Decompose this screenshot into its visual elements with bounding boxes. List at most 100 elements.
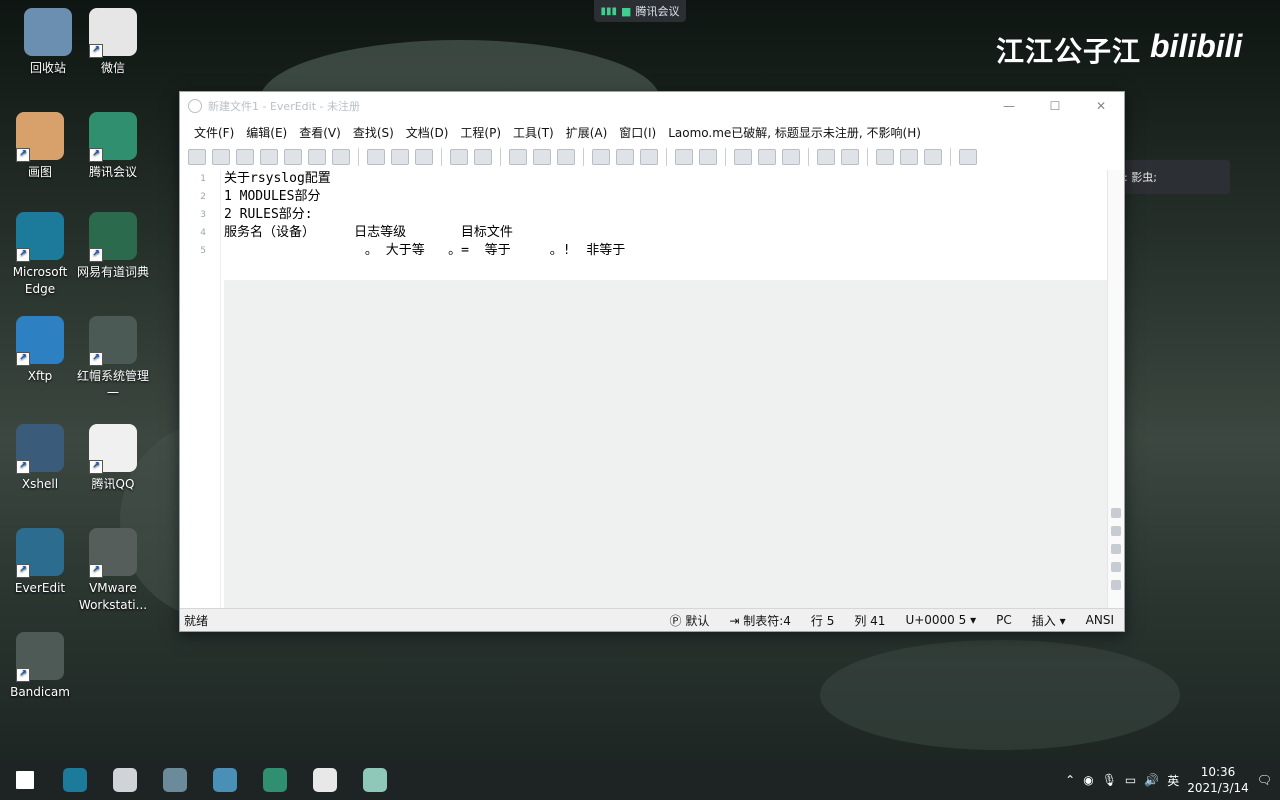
map-icon[interactable] xyxy=(1111,580,1121,590)
everedit-icon[interactable] xyxy=(350,760,400,800)
format-icon[interactable] xyxy=(450,149,468,165)
windows-start-icon[interactable] xyxy=(0,760,50,800)
desktop-icon[interactable]: ↗ VMware Workstati... xyxy=(73,528,153,614)
copy-icon[interactable] xyxy=(391,149,409,165)
status-mode[interactable]: Ⓟ 默认 xyxy=(659,612,719,629)
title-bar[interactable]: 新建文件1 - EverEdit - 未注册 — ☐ ✕ xyxy=(180,92,1124,120)
explorer-icon[interactable] xyxy=(100,760,150,800)
code-line[interactable]: 。 大于等 。= 等于 。! 非等于 xyxy=(224,242,1108,260)
ime-indicator[interactable]: 英 xyxy=(1167,772,1179,789)
desktop-icon[interactable]: ↗ 网易有道词典 xyxy=(73,212,153,281)
play-icon[interactable] xyxy=(640,149,658,165)
cut-icon[interactable] xyxy=(367,149,385,165)
chevron-up-icon[interactable]: ⌃ xyxy=(1065,773,1075,787)
indent-icon[interactable] xyxy=(474,149,492,165)
bookmark-icon[interactable] xyxy=(1111,526,1121,536)
paste-icon[interactable] xyxy=(415,149,433,165)
status-encoding[interactable]: ANSI xyxy=(1076,613,1124,627)
clock[interactable]: 10:36 2021/3/14 xyxy=(1187,764,1249,796)
save-icon[interactable] xyxy=(236,149,254,165)
plugin-icon[interactable] xyxy=(841,149,859,165)
microphone-tray-icon[interactable]: 🎙 xyxy=(1102,773,1117,787)
save-all-icon[interactable] xyxy=(260,149,278,165)
status-tab[interactable]: ⇥ 制表符:4 xyxy=(719,612,801,629)
run-icon[interactable] xyxy=(188,149,206,165)
macro-icon[interactable] xyxy=(592,149,610,165)
desktop-icon[interactable]: ↗ Bandicam xyxy=(0,632,80,701)
shortcut-arrow-icon: ↗ xyxy=(89,148,103,162)
desktop-icon[interactable]: ↗ 画图 xyxy=(0,112,80,181)
menu-item[interactable]: 扩展(A) xyxy=(560,124,614,141)
print-icon[interactable] xyxy=(284,149,302,165)
minimize-button[interactable]: — xyxy=(986,99,1032,113)
tag-icon[interactable] xyxy=(758,149,776,165)
tencent-meeting-icon: ↗ xyxy=(89,112,137,162)
open-icon[interactable] xyxy=(212,149,230,165)
desktop-icon[interactable]: ↗ Microsoft Edge xyxy=(0,212,80,298)
wrap-icon[interactable] xyxy=(782,149,800,165)
notification-icon[interactable]: 🗨 xyxy=(1257,773,1272,787)
desktop-icon[interactable]: ↗ Xftp xyxy=(0,316,80,385)
spell-icon[interactable] xyxy=(557,149,575,165)
code-line[interactable]: 关于rsyslog配置 xyxy=(224,170,1108,188)
desktop-icon[interactable]: ↗ 微信 xyxy=(73,8,153,77)
menu-item[interactable]: 文件(F) xyxy=(188,124,240,141)
split-icon[interactable] xyxy=(876,149,894,165)
code-line[interactable]: 1 MODULES部分 xyxy=(224,188,1108,206)
desktop-icon-label: 微信 xyxy=(100,61,125,75)
menu-item[interactable]: 工程(P) xyxy=(454,124,507,141)
menu-item[interactable]: 工具(T) xyxy=(507,124,560,141)
desktop-icon[interactable]: ↗ Xshell xyxy=(0,424,80,493)
code-line[interactable]: 2 RULES部分: xyxy=(224,206,1108,224)
close-button[interactable]: ✕ xyxy=(1078,99,1124,113)
menu-item[interactable]: 编辑(E) xyxy=(240,124,293,141)
split-icon[interactable] xyxy=(1111,544,1121,554)
redo-icon[interactable] xyxy=(332,149,350,165)
status-insert[interactable]: 插入 ▾ xyxy=(1022,612,1076,629)
find-icon[interactable] xyxy=(509,149,527,165)
dropdown-icon: ▾ xyxy=(1059,613,1066,628)
network-icon[interactable]: ▭ xyxy=(1125,773,1136,787)
window-title: 新建文件1 - EverEdit - 未注册 xyxy=(208,100,360,113)
xshell-icon[interactable] xyxy=(200,760,250,800)
record-icon[interactable] xyxy=(616,149,634,165)
dropdown-icon[interactable]: ▾ xyxy=(970,613,976,627)
fold-icon[interactable] xyxy=(699,149,717,165)
vertical-scrollbar[interactable] xyxy=(1107,170,1124,610)
maximize-button[interactable]: ☐ xyxy=(1032,99,1078,113)
obs-tray-icon[interactable]: ◉ xyxy=(1083,773,1093,787)
fullscreen-icon[interactable] xyxy=(924,149,942,165)
desktop-icon[interactable]: ↗ EverEdit xyxy=(0,528,80,597)
desktop-icon[interactable]: ↗ 腾讯会议 xyxy=(73,112,153,181)
tencent-meeting-icon[interactable] xyxy=(250,760,300,800)
menu-item[interactable]: 查找(S) xyxy=(347,124,400,141)
desktop-icon[interactable]: ↗ 红帽系统管理一 xyxy=(73,316,153,402)
menu-item[interactable]: 窗口(I) xyxy=(613,124,662,141)
zoom-icon[interactable] xyxy=(1111,562,1121,572)
status-ready: 就绪 xyxy=(184,613,209,628)
replace-icon[interactable] xyxy=(533,149,551,165)
settings-icon[interactable] xyxy=(817,149,835,165)
menu-item[interactable]: 文档(D) xyxy=(400,124,455,141)
status-eol[interactable]: PC xyxy=(986,613,1022,627)
vmware-icon[interactable] xyxy=(150,760,200,800)
obs-icon[interactable] xyxy=(300,760,350,800)
menu-item[interactable]: 查看(V) xyxy=(293,124,347,141)
line-number: 5 xyxy=(200,246,206,256)
code-line[interactable]: 服务名（设备） 日志等级 目标文件 xyxy=(224,224,1108,242)
menu-item[interactable]: Laomo.me已破解, 标题显示未注册, 不影响(H) xyxy=(662,124,927,141)
compare-icon[interactable] xyxy=(675,149,693,165)
code-text[interactable]: 关于rsyslog配置 1 MODULES部分 2 RULES部分: 服务名（设备） … xyxy=(224,170,1108,260)
bookmark-icon[interactable] xyxy=(734,149,752,165)
editor-area[interactable]: 1 2 3 4 5 关于rsyslog配置 1 MODULES部分 2 RULES部分: 服务… xyxy=(180,170,1108,610)
shortcut-arrow-icon: ↗ xyxy=(16,460,30,474)
edge-icon[interactable] xyxy=(50,760,100,800)
scroll-down-icon[interactable] xyxy=(1111,508,1121,518)
undo-icon[interactable] xyxy=(308,149,326,165)
view-icon[interactable] xyxy=(900,149,918,165)
desktop-icon[interactable]: ↗ 腾讯QQ xyxy=(73,424,153,493)
desktop-icon-label: Microsoft Edge xyxy=(12,265,68,296)
help-icon[interactable] xyxy=(959,149,977,165)
tencent-meeting-bar[interactable]: ▮▮▮ ■ 腾讯会议 xyxy=(594,0,686,22)
volume-icon[interactable]: 🔊 xyxy=(1144,773,1159,787)
